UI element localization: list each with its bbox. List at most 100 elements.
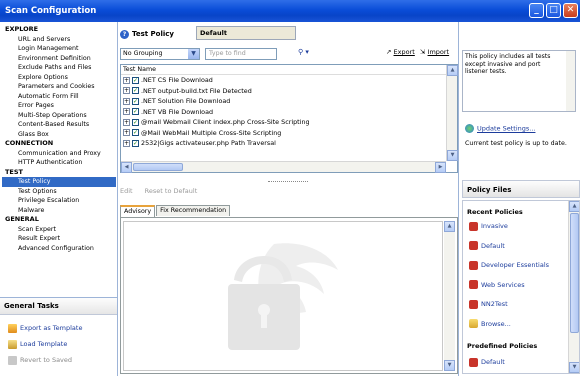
edit-toolbar: Edit Reset to Default: [120, 187, 207, 195]
test-checkbox[interactable]: ✓: [132, 139, 139, 147]
reset-default-button[interactable]: Reset to Default: [145, 187, 198, 195]
policy-description: This policy includes all tests except in…: [462, 50, 576, 112]
nav-item[interactable]: Exclude Paths and Files: [2, 63, 116, 73]
test-row[interactable]: + ✓ .NET Solution File Download: [121, 96, 457, 107]
find-input[interactable]: Type to find: [205, 48, 277, 60]
nav-item[interactable]: Environment Definition: [2, 54, 116, 64]
edit-button[interactable]: Edit: [120, 187, 133, 195]
expand-icon[interactable]: +: [123, 108, 130, 115]
test-row[interactable]: + ✓ @Mail WebMail Multiple Cross-Site Scri…: [121, 128, 457, 139]
nav-item[interactable]: Explore Options: [2, 73, 116, 83]
advisory-scroll-up-icon[interactable]: ▲: [444, 221, 455, 232]
close-icon[interactable]: ✕: [563, 3, 578, 18]
test-row[interactable]: + ✓ .NET CS File Download: [121, 75, 457, 86]
nav-item[interactable]: Content-Based Results: [2, 120, 116, 130]
test-checkbox[interactable]: ✓: [132, 129, 139, 136]
nav-item[interactable]: Multi-Step Operations: [2, 111, 116, 121]
export-label: Export: [393, 48, 415, 56]
recent-policy-label: Invasive: [481, 222, 508, 230]
maximize-icon[interactable]: □: [546, 3, 561, 18]
recent-policy-item[interactable]: Browse...: [469, 319, 511, 330]
nav-item[interactable]: Test Policy: [2, 177, 116, 187]
splitter-handle[interactable]: [268, 181, 308, 183]
test-checkbox[interactable]: ✓: [132, 97, 139, 105]
test-name: .NET Solution File Download: [141, 97, 231, 105]
nav-item[interactable]: URL and Servers: [2, 35, 116, 45]
scroll-right-icon[interactable]: ▶: [435, 162, 446, 173]
recent-policy-item[interactable]: Default: [469, 241, 505, 252]
recent-policy-item[interactable]: NN2Test: [469, 299, 508, 310]
nav-item[interactable]: Result Expert: [2, 234, 116, 244]
find-icon[interactable]: ⚲ ▾: [298, 48, 309, 56]
nav-item[interactable]: Malware: [2, 206, 116, 216]
expand-icon[interactable]: +: [123, 118, 130, 126]
tab-advisory[interactable]: Advisory: [120, 205, 156, 217]
advisory-content: [123, 221, 443, 371]
test-checkbox[interactable]: ✓: [132, 76, 139, 84]
update-settings-link[interactable]: Update Settings...: [465, 124, 535, 133]
test-list-vertical-scrollbar[interactable]: ▲ ▼: [446, 65, 458, 161]
expand-icon[interactable]: +: [123, 76, 130, 84]
expand-icon[interactable]: +: [123, 97, 130, 105]
policy-files-scrollbar[interactable]: ▲ ▼: [568, 201, 579, 373]
policy-scroll-thumb[interactable]: [570, 213, 579, 333]
folder-icon: [469, 319, 478, 328]
test-name-column-header[interactable]: Test Name: [121, 65, 457, 75]
description-scrollbar[interactable]: [566, 51, 575, 111]
test-checkbox[interactable]: ✓: [132, 87, 139, 94]
revert-saved-link[interactable]: Revert to Saved: [8, 354, 72, 366]
nav-item[interactable]: Login Management: [2, 44, 116, 54]
load-template-link[interactable]: Load Template: [8, 338, 67, 350]
recent-policy-item[interactable]: Developer Essentials: [469, 260, 549, 271]
help-icon[interactable]: ?: [120, 29, 129, 39]
nav-item[interactable]: HTTP Authentication: [2, 158, 116, 168]
recent-policy-item[interactable]: Web Services: [469, 280, 525, 291]
chevron-down-icon[interactable]: ▼: [188, 49, 199, 59]
grouping-select[interactable]: No Grouping ▼: [120, 48, 200, 60]
predefined-policies-title: Predefined Policies: [467, 342, 538, 350]
scroll-up-icon[interactable]: ▲: [447, 65, 458, 76]
policy-header: ? Test Policy: [120, 27, 174, 41]
nav-section-header: TEST: [5, 167, 23, 176]
policy-scroll-down-icon[interactable]: ▼: [569, 362, 579, 373]
recent-policy-item[interactable]: Invasive: [469, 221, 508, 232]
horizontal-scroll-thumb[interactable]: [133, 163, 183, 171]
nav-item[interactable]: Advanced Configuration: [2, 244, 116, 254]
title-bar: Scan Configuration _ □ ✕: [0, 0, 580, 22]
policy-scroll-up-icon[interactable]: ▲: [569, 201, 579, 212]
test-row[interactable]: + ✓ .NET output-build.txt File Detected: [121, 86, 457, 97]
test-list-horizontal-scrollbar[interactable]: ◀ ▶: [121, 161, 446, 173]
left-panel: EXPLORE URL and Servers Login Management En…: [0, 22, 118, 376]
expand-icon[interactable]: +: [123, 139, 130, 147]
tab-fix-recommendation[interactable]: Fix Recommendation: [156, 205, 231, 216]
load-template-icon: [8, 339, 17, 349]
advisory-scrollbar[interactable]: ▲ ▼: [444, 221, 455, 371]
export-button[interactable]: ↗ Export: [386, 48, 415, 56]
nav-item[interactable]: Communication and Proxy: [2, 149, 116, 159]
nav-item[interactable]: Automatic Form Fill: [2, 92, 116, 102]
predefined-policy-item[interactable]: Default: [469, 357, 505, 368]
scroll-down-icon[interactable]: ▼: [447, 150, 458, 161]
detail-tabs: Advisory Fix Recommendation: [120, 205, 231, 217]
test-checkbox[interactable]: ✓: [132, 118, 139, 126]
minimize-icon[interactable]: _: [529, 3, 544, 18]
test-row[interactable]: + ✓ .NET VB File Download: [121, 107, 457, 118]
nav-item[interactable]: Privilege Escalation: [2, 196, 116, 206]
nav-item[interactable]: Parameters and Cookies: [2, 82, 116, 92]
expand-icon[interactable]: +: [123, 129, 130, 136]
import-button[interactable]: ⇲ Import: [420, 48, 449, 56]
nav-item[interactable]: Scan Expert: [2, 225, 116, 235]
nav-item[interactable]: Error Pages: [2, 101, 116, 111]
scroll-left-icon[interactable]: ◀: [121, 162, 132, 173]
policy-file-icon: [469, 357, 478, 367]
expand-icon[interactable]: +: [123, 87, 130, 94]
test-checkbox[interactable]: ✓: [132, 108, 139, 115]
nav-item[interactable]: Glass Box: [2, 130, 116, 140]
export-template-link[interactable]: Export as Template: [8, 322, 82, 334]
test-row[interactable]: + ✓ 2532|Gigs activateuser.php Path Traver…: [121, 138, 457, 149]
nav-item[interactable]: Test Options: [2, 187, 116, 197]
test-row[interactable]: + ✓ @mail Webmail Client index.php Cross-S…: [121, 117, 457, 128]
advisory-scroll-down-icon[interactable]: ▼: [444, 360, 455, 371]
policy-file-icon: [469, 280, 478, 289]
navigation-tree: EXPLORE URL and Servers Login Management En…: [2, 25, 116, 253]
